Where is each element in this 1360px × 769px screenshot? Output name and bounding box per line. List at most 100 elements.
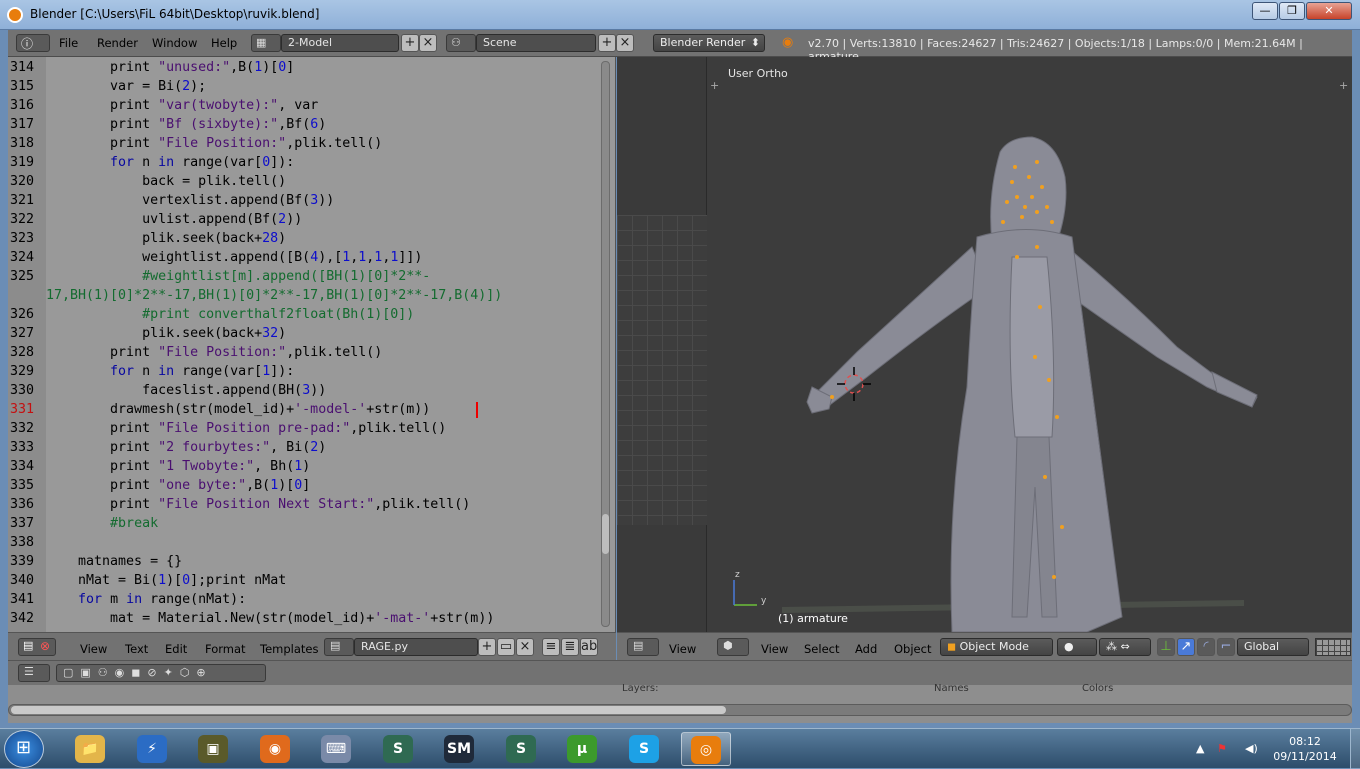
menu-window[interactable]: Window xyxy=(152,36,197,50)
taskbar-app-s1-button[interactable]: S xyxy=(374,732,424,766)
taskbar-utorrent-button[interactable]: µ xyxy=(558,732,608,766)
network-icon[interactable]: ⚑ xyxy=(1217,742,1227,755)
pivot-dropdown[interactable]: ⁂ ⇔ xyxy=(1099,638,1151,656)
code-text[interactable]: print "File Position:",plik.tell() xyxy=(46,134,382,153)
minimize-button[interactable]: — xyxy=(1252,2,1278,20)
character-model[interactable] xyxy=(806,136,1258,632)
delete-scene-button[interactable]: × xyxy=(616,34,634,52)
code-text[interactable]: for m in range(nMat): xyxy=(46,590,246,609)
3d-editor-type-selector[interactable]: ⬢ xyxy=(717,638,749,656)
taskbar-skype-button[interactable]: S xyxy=(620,732,670,766)
text-menu-edit[interactable]: Edit xyxy=(165,642,187,656)
screen-layout-selector[interactable]: ▦ xyxy=(251,34,281,52)
text-menu-view[interactable]: View xyxy=(80,642,107,656)
taskbar-camera-button[interactable]: ▣ xyxy=(189,732,239,766)
open-text-button[interactable]: ▭ xyxy=(497,638,515,656)
tray-expand-icon[interactable]: ▲ xyxy=(1196,742,1204,755)
code-text[interactable]: faceslist.append(BH(3)) xyxy=(46,381,326,400)
unlink-text-button[interactable]: × xyxy=(516,638,534,656)
left-editor-type-selector[interactable]: ▤ xyxy=(627,638,659,656)
code-text[interactable]: print "1 Twobyte:", Bh(1) xyxy=(46,457,310,476)
syntax-highlight-toggle[interactable]: ab xyxy=(580,638,598,656)
screen-layout-field[interactable]: 2-Model xyxy=(281,34,399,52)
word-wrap-toggle[interactable]: ≣ xyxy=(561,638,579,656)
add-scene-button[interactable]: + xyxy=(598,34,616,52)
code-text[interactable]: print "one byte:",B(1)[0] xyxy=(46,476,310,495)
scene-field[interactable]: Scene xyxy=(476,34,596,52)
code-text[interactable]: plik.seek(back+32) xyxy=(46,324,286,343)
horizontal-scrollbar[interactable] xyxy=(8,704,1352,716)
taskbar-app-s2-button[interactable]: S xyxy=(497,732,547,766)
left-menu-view[interactable]: View xyxy=(669,642,696,656)
text-filename-field[interactable]: RAGE.py xyxy=(354,638,478,656)
text-menu-text[interactable]: Text xyxy=(125,642,148,656)
code-text[interactable]: print "unused:",B(1)[0] xyxy=(46,58,294,77)
new-text-button[interactable]: + xyxy=(478,638,496,656)
code-text[interactable]: weightlist.append([B(4),[1,1,1,1]]) xyxy=(46,248,422,267)
code-text[interactable]: print "File Position Next Start:",plik.t… xyxy=(46,495,470,514)
taskbar-sm-button[interactable]: SM xyxy=(435,732,485,766)
layer-grid[interactable] xyxy=(1315,638,1351,656)
properties-tabs[interactable]: ▢▣⚇◉◼⊘✦⬡⊕ xyxy=(56,664,266,682)
code-text[interactable]: var = Bi(2); xyxy=(46,77,206,96)
code-text[interactable]: back = plik.tell() xyxy=(46,172,286,191)
properties-tab-icons[interactable]: ▢▣⚇◉◼⊘✦⬡⊕ xyxy=(63,666,213,679)
code-text[interactable]: print "Bf (sixbyte):",Bf(6) xyxy=(46,115,326,134)
code-text[interactable]: print "File Position:",plik.tell() xyxy=(46,343,382,362)
menu-file[interactable]: File xyxy=(59,36,78,50)
code-text[interactable]: nMat = Bi(1)[0];print nMat xyxy=(46,571,286,590)
rotate-manipulator-button[interactable]: ◜ xyxy=(1197,638,1215,656)
code-text[interactable]: #print converthalf2float(Bh(1)[0]) xyxy=(46,305,414,324)
maximize-button[interactable]: ❐ xyxy=(1279,2,1305,20)
system-clock[interactable]: 08:12 09/11/2014 xyxy=(1270,734,1340,764)
code-text[interactable]: vertexlist.append(Bf(3)) xyxy=(46,191,334,210)
text-scrollbar[interactable] xyxy=(601,61,610,627)
render-engine-dropdown[interactable]: Blender Render ⬍ xyxy=(653,34,765,52)
code-text[interactable]: #break xyxy=(46,514,158,533)
taskbar-keyboard-button[interactable]: ⌨ xyxy=(312,732,362,766)
editor-type-info[interactable]: ⓘ xyxy=(16,34,50,52)
menu-render[interactable]: Render xyxy=(97,36,138,50)
start-button[interactable]: ⊞ xyxy=(4,730,44,768)
code-text[interactable]: matnames = {} xyxy=(46,552,182,571)
code-text[interactable]: plik.seek(back+28) xyxy=(46,229,286,248)
code-text[interactable]: print "File Position pre-pad:",plik.tell… xyxy=(46,419,446,438)
taskbar-flash-button[interactable]: ⚡ xyxy=(128,732,178,766)
scene-selector[interactable]: ⚇ xyxy=(446,34,476,52)
text-editor[interactable]: 314 print "unused:",B(1)[0] 315 var = Bi(… xyxy=(8,57,616,632)
code-text[interactable]: for n in range(var[1]): xyxy=(46,362,294,381)
taskbar-explorer-button[interactable]: 📁 xyxy=(66,732,116,766)
taskbar-blender-button[interactable]: ◎ xyxy=(681,732,731,766)
text-scrollbar-thumb[interactable] xyxy=(602,514,609,554)
text-editor-type-selector[interactable]: ▤ ⊗ xyxy=(18,638,56,656)
close-button[interactable]: ✕ xyxy=(1306,2,1352,20)
mode-dropdown[interactable]: ◼ Object Mode xyxy=(940,638,1053,656)
text-datablock-selector[interactable]: ▤ xyxy=(324,638,354,656)
code-text[interactable]: mat = Material.New(str(model_id)+'-mat-'… xyxy=(46,609,494,628)
viewport-menu-object[interactable]: Object xyxy=(894,642,931,656)
shading-dropdown[interactable]: ● xyxy=(1057,638,1097,656)
code-text[interactable]: uvlist.append(Bf(2)) xyxy=(46,210,302,229)
code-text[interactable]: print "var(twobyte):", var xyxy=(46,96,318,115)
menu-help[interactable]: Help xyxy=(211,36,237,50)
show-desktop-button[interactable] xyxy=(1350,729,1360,769)
code-text[interactable]: print "2 fourbytes:", Bi(2) xyxy=(46,438,326,457)
code-text[interactable]: for n in range(var[0]): xyxy=(46,153,294,172)
add-layout-button[interactable]: + xyxy=(401,34,419,52)
horizontal-scrollbar-thumb[interactable] xyxy=(11,706,726,714)
text-menu-templates[interactable]: Templates xyxy=(260,642,318,656)
code-text[interactable]: drawmesh(str(model_id)+'-model-'+str(m)) xyxy=(46,400,430,419)
delete-layout-button[interactable]: × xyxy=(419,34,437,52)
scale-manipulator-button[interactable]: ⌐ xyxy=(1217,638,1235,656)
orientation-dropdown[interactable]: Global xyxy=(1237,638,1309,656)
viewport-menu-add[interactable]: Add xyxy=(855,642,877,656)
properties-editor-selector[interactable]: ☰ xyxy=(18,664,50,682)
code-text[interactable]: 17,BH(1)[0]*2**-17,BH(1)[0]*2**-17,BH(1)… xyxy=(46,286,502,305)
manipulator-toggle[interactable]: ⊥ xyxy=(1157,638,1175,656)
code-text[interactable]: #weightlist[m].append([BH(1)[0]*2**- xyxy=(46,267,430,286)
3d-viewport[interactable]: User Ortho + + y z (1) armature xyxy=(617,57,1352,632)
translate-manipulator-button[interactable]: ↗ xyxy=(1177,638,1195,656)
taskbar-firefox-button[interactable]: ◉ xyxy=(251,732,301,766)
text-menu-format[interactable]: Format xyxy=(205,642,246,656)
viewport-menu-view[interactable]: View xyxy=(761,642,788,656)
